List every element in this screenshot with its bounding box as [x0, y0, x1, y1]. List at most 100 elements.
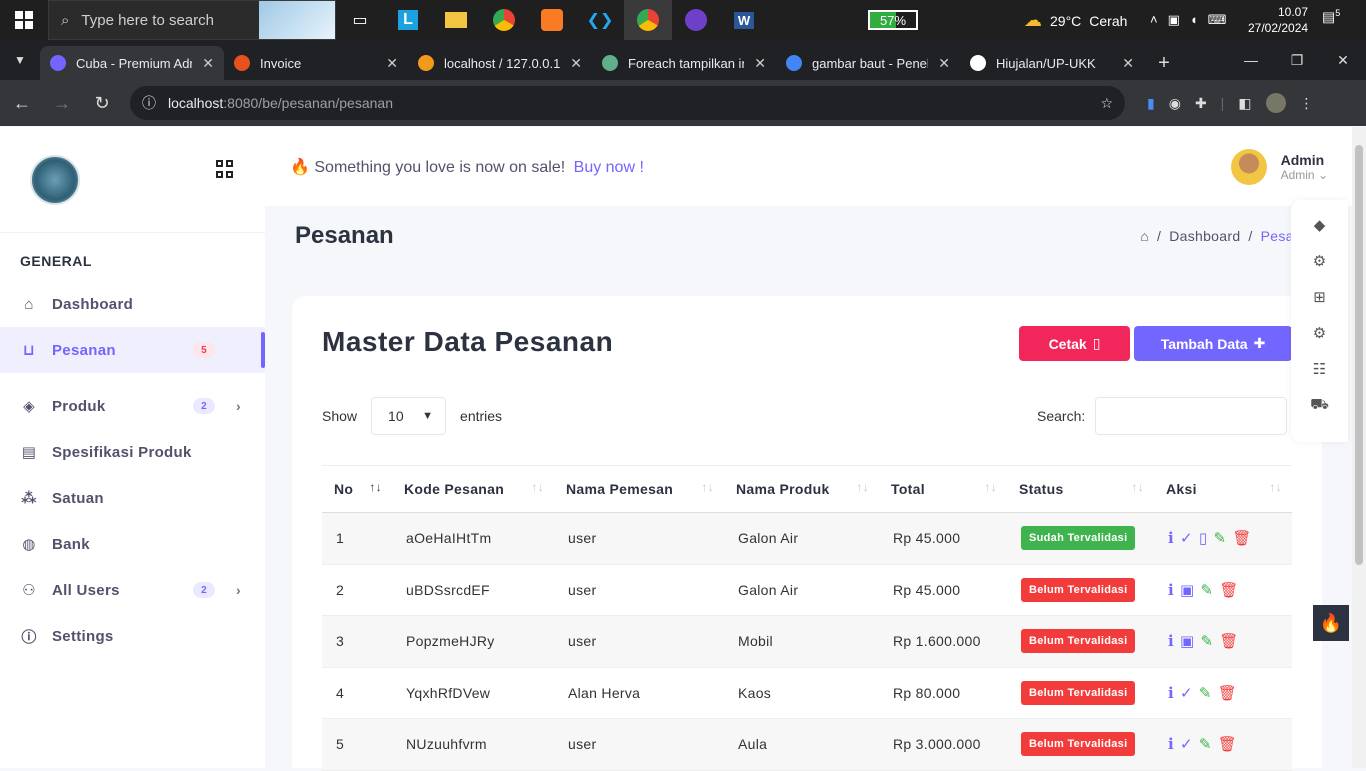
- entries-select[interactable]: 10 ▼: [371, 397, 447, 435]
- menu-kebab-icon[interactable]: ⋮: [1300, 95, 1314, 112]
- delete-icon[interactable]: 🗑: [1232, 529, 1251, 547]
- home-icon[interactable]: ⌂: [1140, 228, 1149, 244]
- github-desktop-icon[interactable]: [672, 0, 720, 40]
- battery-indicator[interactable]: 57%: [868, 10, 918, 30]
- column-header[interactable]: Total ↑↓: [879, 465, 1007, 513]
- paint-bucket-icon[interactable]: ◆: [1309, 214, 1331, 236]
- volume-icon[interactable]: ◖: [1190, 12, 1198, 28]
- tab-search-icon[interactable]: ▼: [0, 40, 40, 80]
- user-menu[interactable]: Admin Admin ⌄: [1230, 149, 1328, 185]
- windows-start-icon[interactable]: [0, 0, 48, 40]
- edit-icon[interactable]: ✎: [1199, 684, 1212, 702]
- extension-icon[interactable]: ▮: [1147, 95, 1155, 112]
- cart-icon[interactable]: ⛟: [1309, 394, 1331, 416]
- delete-icon[interactable]: 🗑: [1219, 632, 1238, 650]
- l-app-icon[interactable]: L: [384, 0, 432, 40]
- info-icon[interactable]: i: [1168, 632, 1174, 650]
- chevron-up-icon[interactable]: ˄: [1150, 12, 1158, 28]
- info-icon[interactable]: i: [1168, 581, 1174, 599]
- column-header[interactable]: Nama Produk ↑↓: [724, 465, 879, 513]
- payment-icon[interactable]: ▣: [1180, 581, 1194, 599]
- chrome-active-icon[interactable]: [624, 0, 672, 40]
- address-bar[interactable]: ⓘ localhost:8080/be/pesanan/pesanan ☆: [130, 86, 1125, 120]
- reload-icon[interactable]: ↻: [84, 85, 120, 121]
- tab-close-icon[interactable]: ✕: [938, 55, 950, 72]
- minimize-icon[interactable]: —: [1228, 40, 1274, 80]
- check-icon[interactable]: ✓: [1180, 735, 1193, 753]
- document-icon[interactable]: ▯: [1199, 529, 1208, 547]
- scrollbar-thumb[interactable]: [1355, 145, 1363, 565]
- restore-icon[interactable]: ❐: [1274, 40, 1320, 80]
- edit-icon[interactable]: ✎: [1213, 529, 1226, 547]
- chevron-right-icon[interactable]: ›: [236, 582, 241, 598]
- tab-2[interactable]: localhost / 127.0.0.1 / ✕: [408, 46, 592, 80]
- tab-1[interactable]: Invoice ✕: [224, 46, 408, 80]
- side-panel-icon[interactable]: ◧: [1238, 95, 1251, 112]
- taskbar-clock[interactable]: 10.07 27/02/2024: [1248, 4, 1308, 36]
- check-icon[interactable]: ✓: [1180, 529, 1193, 547]
- sidebar-item-produk[interactable]: ◈ Produk 2 ›: [0, 383, 265, 429]
- sidebar-item-satuan[interactable]: ⁂ Satuan: [0, 475, 265, 521]
- medical-box-icon[interactable]: ⊞: [1309, 286, 1331, 308]
- edit-icon[interactable]: ✎: [1200, 632, 1213, 650]
- sliders-icon[interactable]: ☷: [1309, 358, 1331, 380]
- tambah-data-button[interactable]: Tambah Data ✚: [1134, 326, 1292, 361]
- xampp-icon[interactable]: [528, 0, 576, 40]
- tab-close-icon[interactable]: ✕: [570, 55, 582, 72]
- chevron-right-icon[interactable]: ›: [236, 398, 241, 414]
- sidebar-item-settings[interactable]: ⓘ Settings: [0, 613, 265, 659]
- word-icon[interactable]: W: [720, 0, 768, 40]
- chrome-icon[interactable]: [480, 0, 528, 40]
- column-header[interactable]: No ↑↓: [322, 465, 392, 513]
- column-header[interactable]: Status ↑↓: [1007, 465, 1154, 513]
- site-info-icon[interactable]: ⓘ: [142, 93, 156, 113]
- tab-4[interactable]: gambar baut - Penelu ✕: [776, 46, 960, 80]
- sidebar-item-dashboard[interactable]: ⌂ Dashboard: [0, 281, 265, 327]
- vscode-icon[interactable]: ❮❯: [576, 0, 624, 40]
- page-scrollbar[interactable]: [1352, 127, 1366, 768]
- edit-icon[interactable]: ✎: [1199, 735, 1212, 753]
- puzzle-icon[interactable]: ✚: [1195, 95, 1207, 112]
- profile-extension-icon[interactable]: ◉: [1169, 95, 1181, 112]
- profile-avatar[interactable]: [1265, 93, 1286, 113]
- task-view-icon[interactable]: ▭: [336, 0, 384, 40]
- sidebar-item-bank[interactable]: ◍ Bank: [0, 521, 265, 567]
- cetak-button[interactable]: Cetak ▯: [1019, 326, 1130, 361]
- breadcrumb-dashboard[interactable]: Dashboard: [1169, 228, 1240, 244]
- back-icon[interactable]: ←: [4, 85, 40, 121]
- info-icon[interactable]: i: [1168, 529, 1174, 547]
- tab-5[interactable]: Hiujalan/UP-UKK ✕: [960, 46, 1144, 80]
- settings-gear-icon[interactable]: ⚙: [1309, 322, 1331, 344]
- column-header[interactable]: Nama Pemesan ↑↓: [554, 465, 724, 513]
- new-tab-button[interactable]: +: [1144, 46, 1184, 80]
- column-header[interactable]: Aksi ↑↓: [1154, 465, 1292, 513]
- tab-0[interactable]: Cuba - Premium Admin ✕: [40, 46, 224, 80]
- delete-icon[interactable]: 🗑: [1218, 735, 1237, 753]
- weather-widget[interactable]: ☁ 29°C Cerah: [1024, 10, 1127, 31]
- search-input[interactable]: [1095, 397, 1288, 435]
- check-icon[interactable]: ✓: [1180, 684, 1193, 702]
- file-explorer-icon[interactable]: [432, 0, 480, 40]
- info-icon[interactable]: i: [1168, 735, 1174, 753]
- payment-icon[interactable]: ▣: [1180, 632, 1194, 650]
- buy-now-link[interactable]: Buy now !: [574, 159, 644, 176]
- delete-icon[interactable]: 🗑: [1218, 684, 1237, 702]
- fire-icon-button[interactable]: 🔥: [1313, 605, 1349, 641]
- edit-icon[interactable]: ✎: [1200, 581, 1213, 599]
- close-window-icon[interactable]: ✕: [1320, 40, 1366, 80]
- sidebar-item-pesanan[interactable]: ⊔ Pesanan 5: [0, 327, 265, 373]
- gear-icon[interactable]: ⚙: [1309, 250, 1331, 272]
- keyboard-icon[interactable]: ⌨: [1208, 12, 1227, 28]
- grid-toggle-icon[interactable]: [216, 160, 234, 178]
- info-icon[interactable]: i: [1168, 684, 1174, 702]
- logo[interactable]: [30, 154, 80, 205]
- bookmark-star-icon[interactable]: ☆: [1100, 95, 1113, 112]
- tab-close-icon[interactable]: ✕: [1122, 55, 1134, 72]
- forward-icon[interactable]: →: [44, 85, 80, 121]
- tab-close-icon[interactable]: ✕: [202, 55, 214, 72]
- sidebar-item-spesifikasi-produk[interactable]: ▤ Spesifikasi Produk: [0, 429, 265, 475]
- tab-close-icon[interactable]: ✕: [386, 55, 398, 72]
- delete-icon[interactable]: 🗑: [1219, 581, 1238, 599]
- column-header[interactable]: Kode Pesanan ↑↓: [392, 465, 554, 513]
- tab-3[interactable]: Foreach tampilkan in ✕: [592, 46, 776, 80]
